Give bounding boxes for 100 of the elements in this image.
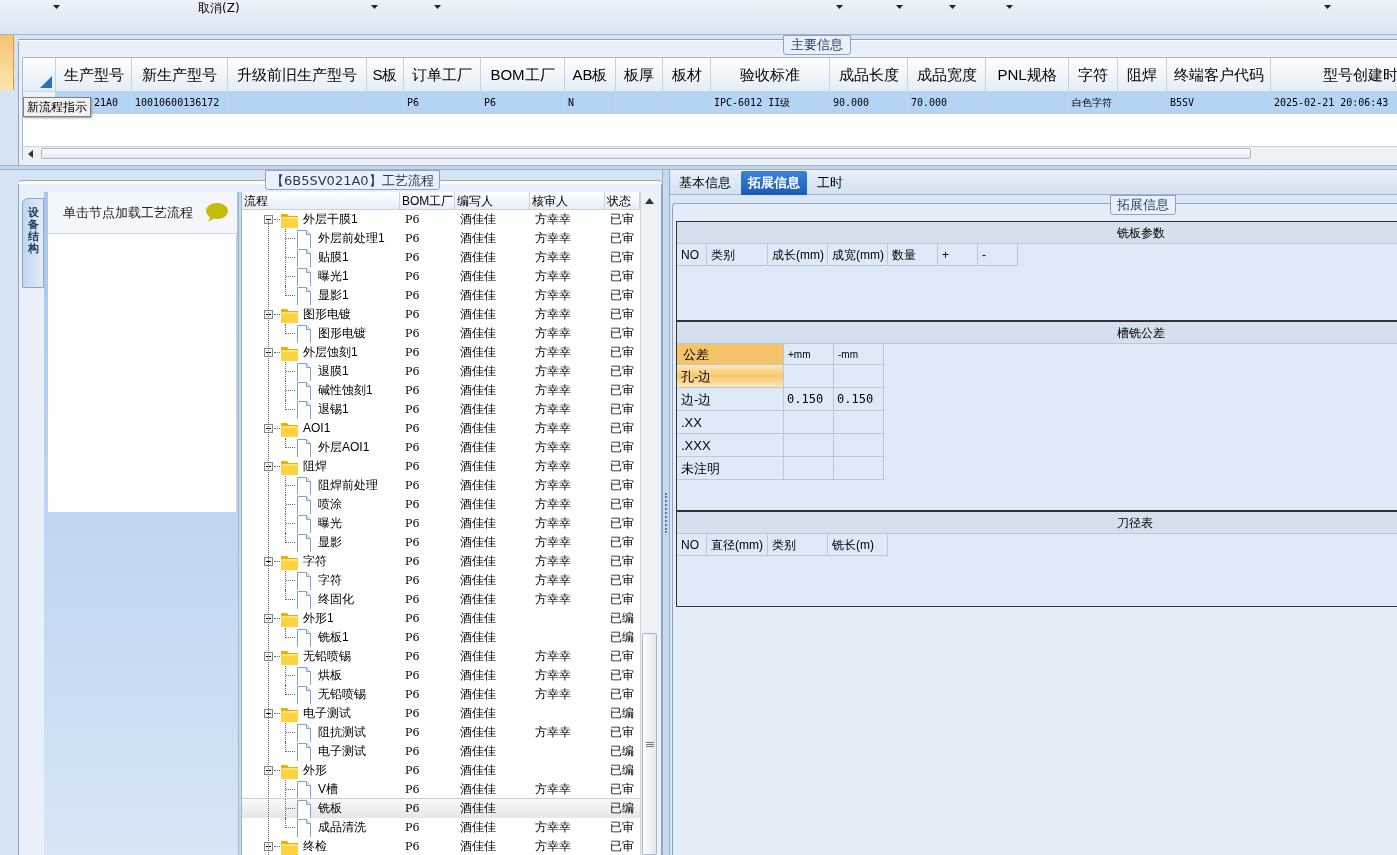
row-header[interactable]: .XXX bbox=[677, 434, 784, 457]
column-header[interactable]: 成品宽度 bbox=[908, 58, 986, 91]
row-header[interactable]: 边-边 bbox=[677, 388, 784, 411]
tree-node[interactable]: 无铅喷锡 bbox=[318, 686, 366, 703]
column-header[interactable]: 阻焊 bbox=[1118, 58, 1167, 91]
column-header[interactable]: 订单工厂 bbox=[404, 58, 481, 91]
column-header[interactable]: 升级前旧生产型号 bbox=[228, 58, 367, 91]
tree-node[interactable]: 阻焊 bbox=[303, 458, 327, 475]
tree-node[interactable]: 外层蚀刻1 bbox=[303, 344, 358, 361]
column-header[interactable]: 字符 bbox=[1069, 58, 1118, 91]
collapse-toggle-icon[interactable] bbox=[264, 215, 273, 224]
column-header[interactable]: NO bbox=[677, 244, 707, 266]
tree-node[interactable]: V槽 bbox=[318, 781, 338, 798]
tree-node[interactable]: 外层前处理1 bbox=[318, 230, 385, 247]
column-header[interactable]: 成宽(mm) bbox=[828, 244, 888, 266]
scrollbar-thumb[interactable] bbox=[642, 633, 657, 855]
tree-node[interactable]: 曝光1 bbox=[318, 268, 349, 285]
column-header[interactable]: 核审人 bbox=[530, 192, 605, 209]
column-header[interactable]: 板材 bbox=[663, 58, 711, 91]
column-header[interactable]: 生产型号 bbox=[56, 58, 132, 91]
column-header[interactable]: 直径(mm) bbox=[707, 534, 768, 556]
tree-node[interactable]: 终固化 bbox=[318, 591, 354, 608]
row-header[interactable]: 未注明 bbox=[677, 457, 784, 480]
horizontal-scrollbar[interactable] bbox=[23, 146, 1397, 160]
row-header[interactable]: .XX bbox=[677, 411, 784, 434]
column-header[interactable]: 编写人 bbox=[455, 192, 530, 209]
column-header[interactable]: +mm bbox=[784, 344, 834, 365]
dropdown-caret-icon[interactable] bbox=[371, 5, 378, 9]
collapse-toggle-icon[interactable] bbox=[264, 652, 273, 661]
side-tab[interactable]: 设备结构 bbox=[22, 198, 44, 288]
tree-node[interactable]: 字符 bbox=[303, 553, 327, 570]
collapse-toggle-icon[interactable] bbox=[264, 557, 273, 566]
collapse-toggle-icon[interactable] bbox=[264, 766, 273, 775]
column-header[interactable]: NO bbox=[677, 534, 707, 556]
tree-node[interactable]: 外层AOI1 bbox=[318, 439, 370, 456]
column-header[interactable]: 铣长(m) bbox=[828, 534, 888, 556]
column-header[interactable]: BOM工厂 bbox=[481, 58, 565, 91]
column-header[interactable]: 新生产型号 bbox=[132, 58, 228, 91]
dropdown-caret-icon[interactable] bbox=[434, 5, 441, 9]
collapse-toggle-icon[interactable] bbox=[264, 614, 273, 623]
tree-node[interactable]: 终检 bbox=[303, 838, 327, 855]
collapse-toggle-icon[interactable] bbox=[264, 842, 273, 851]
column-header[interactable]: 流程 bbox=[242, 192, 400, 209]
dropdown-caret-icon[interactable] bbox=[836, 5, 843, 9]
column-header[interactable]: - bbox=[978, 244, 1018, 266]
tree-node[interactable]: 铣板 bbox=[318, 800, 342, 817]
column-header[interactable]: 成长(mm) bbox=[768, 244, 828, 266]
collapse-toggle-icon[interactable] bbox=[264, 310, 273, 319]
tab[interactable]: 拓展信息 bbox=[741, 171, 807, 195]
column-header[interactable]: 公差 bbox=[677, 344, 784, 365]
column-header[interactable]: 型号创建时 bbox=[1271, 58, 1397, 91]
tree-node[interactable]: 铣板1 bbox=[318, 629, 349, 646]
column-header[interactable]: 成品长度 bbox=[830, 58, 908, 91]
tree-node[interactable]: 外形 bbox=[303, 762, 327, 779]
tree-node[interactable]: 贴膜1 bbox=[318, 249, 349, 266]
tree-row[interactable]: 铣板 P6 酒佳佳 已编 bbox=[242, 799, 640, 818]
tree-node[interactable]: 图形电镀 bbox=[318, 325, 366, 342]
dropdown-caret-icon[interactable] bbox=[949, 5, 956, 9]
tree-node[interactable]: 退膜1 bbox=[318, 363, 349, 380]
collapse-toggle-icon[interactable] bbox=[264, 462, 273, 471]
tree-node[interactable]: 退锡1 bbox=[318, 401, 349, 418]
tree-node[interactable]: AOI1 bbox=[303, 420, 331, 437]
row-header[interactable]: 孔-边 bbox=[677, 365, 784, 388]
column-header[interactable]: 终端客户代码 bbox=[1167, 58, 1271, 91]
column-header[interactable]: 类别 bbox=[768, 534, 828, 556]
scroll-left-icon[interactable] bbox=[28, 149, 33, 158]
dropdown-caret-icon[interactable] bbox=[53, 5, 60, 9]
column-header[interactable]: PNL规格 bbox=[986, 58, 1069, 91]
tree-node[interactable]: 电子测试 bbox=[318, 743, 366, 760]
column-header[interactable]: 类别 bbox=[707, 244, 768, 266]
vertical-scrollbar[interactable] bbox=[640, 192, 658, 855]
tree-node[interactable]: 曝光 bbox=[318, 515, 342, 532]
tree-node[interactable]: 无铅喷锡 bbox=[303, 648, 351, 665]
dropdown-caret-icon[interactable] bbox=[1324, 5, 1331, 9]
scrollbar-thumb[interactable] bbox=[41, 148, 1251, 159]
column-header[interactable]: BOM工厂 bbox=[400, 192, 455, 209]
collapse-toggle-icon[interactable] bbox=[264, 424, 273, 433]
tree-node[interactable]: 显影1 bbox=[318, 287, 349, 304]
dropdown-caret-icon[interactable] bbox=[896, 5, 903, 9]
tree-node[interactable]: 电子测试 bbox=[303, 705, 351, 722]
tree-node[interactable]: 外层干膜1 bbox=[303, 211, 358, 228]
tree-node[interactable]: 外形1 bbox=[303, 610, 334, 627]
tree-node[interactable]: 字符 bbox=[318, 572, 342, 589]
tree-node[interactable]: 阻抗测试 bbox=[318, 724, 366, 741]
column-header[interactable]: 板厚 bbox=[616, 58, 663, 91]
cancel-button[interactable]: 取消(Z) bbox=[198, 0, 240, 16]
column-header[interactable]: -mm bbox=[834, 344, 884, 365]
collapse-toggle-icon[interactable] bbox=[264, 348, 273, 357]
tree-node[interactable]: 显影 bbox=[318, 534, 342, 551]
scroll-up-icon[interactable] bbox=[645, 198, 654, 204]
tree-node[interactable]: 成品清洗 bbox=[318, 819, 366, 836]
dropdown-caret-icon[interactable] bbox=[1006, 5, 1013, 9]
tab[interactable]: 基本信息 bbox=[672, 171, 738, 195]
column-header[interactable]: 数量 bbox=[888, 244, 938, 266]
column-header[interactable]: S板 bbox=[367, 58, 404, 91]
collapse-toggle-icon[interactable] bbox=[264, 709, 273, 718]
tree-node[interactable]: 阻焊前处理 bbox=[318, 477, 378, 494]
tree-node[interactable]: 图形电镀 bbox=[303, 306, 351, 323]
column-header[interactable]: 验收标准 bbox=[711, 58, 830, 91]
tree-node[interactable]: 碱性蚀刻1 bbox=[318, 382, 373, 399]
